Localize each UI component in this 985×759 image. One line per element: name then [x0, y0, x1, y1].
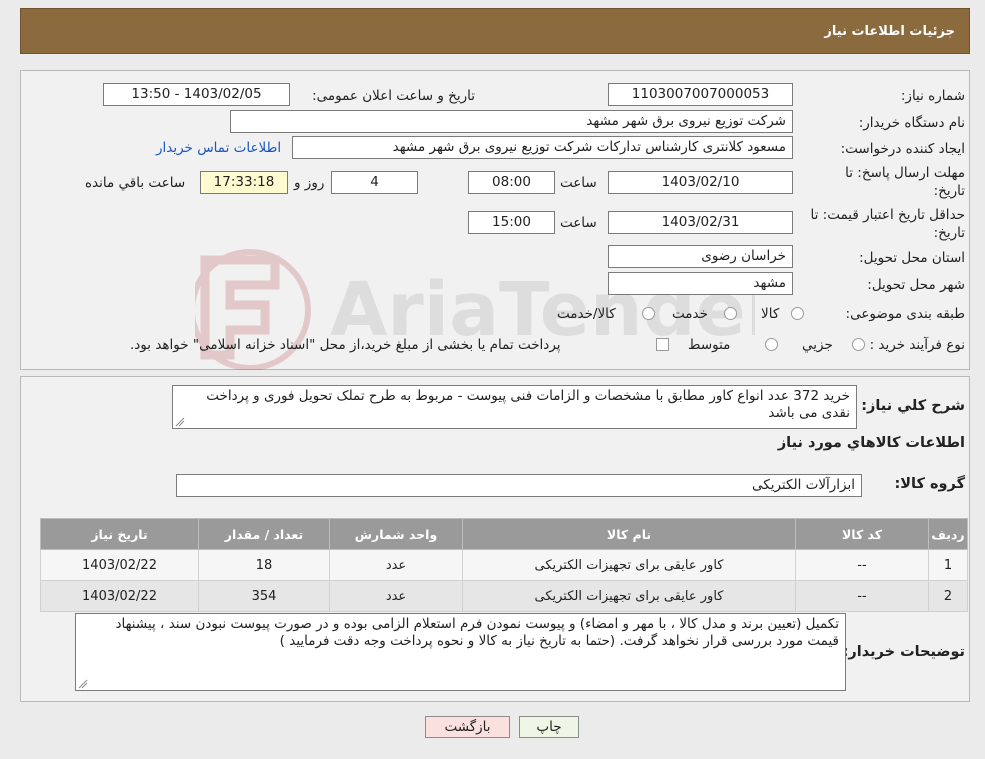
deadline-label: مهلت ارسال پاسخ: تا تاریخ:: [845, 164, 965, 200]
buyer-notes-textarea: تکمیل (تعیین برند و مدل کالا ، با مهر و …: [75, 613, 846, 691]
buyer-org-field: شرکت توزیع نیروی برق شهر مشهد: [230, 110, 793, 133]
cell-code: --: [795, 549, 929, 581]
validity-label: حداقل تاریخ اعتبار قیمت: تا تاریخ:: [811, 206, 965, 242]
back-button[interactable]: بازگشت: [425, 716, 510, 738]
category-option-both: کالا/خدمت: [557, 306, 616, 322]
table-row: 1 -- کاور عایقی برای تجهیزات الکتریکی عد…: [40, 549, 968, 581]
need-number-field: 1103007007000053: [608, 83, 793, 106]
announce-label: تاریخ و ساعت اعلان عمومی:: [312, 88, 475, 104]
page-header: جزئیات اطلاعات نیاز: [20, 8, 970, 54]
deadline-label-line2: تاریخ:: [933, 183, 965, 199]
creator-label: ایجاد کننده درخواست:: [840, 141, 965, 157]
description-text: خرید 372 عدد انواع کاور مطابق با مشخصات …: [206, 388, 850, 421]
goods-section-title: اطلاعات کالاهاي مورد نياز: [777, 435, 965, 451]
resize-grip-icon: [175, 417, 185, 427]
validity-label-line1: حداقل تاریخ اعتبار قیمت: تا: [810, 207, 965, 223]
cell-row: 2: [928, 580, 968, 612]
remaining-time-field: 17:33:18: [200, 171, 288, 194]
category-option-goods: کالا: [761, 306, 780, 322]
cell-qty: 354: [198, 580, 330, 612]
buyer-org-label: نام دستگاه خریدار:: [858, 115, 965, 131]
process-radio-minor[interactable]: [852, 338, 865, 351]
resize-grip-icon: [78, 679, 88, 689]
city-label: شهر محل تحویل:: [867, 277, 965, 293]
cell-code: --: [795, 580, 929, 612]
cell-date: 1403/02/22: [40, 580, 199, 612]
col-unit: واحد شمارش: [329, 518, 463, 550]
province-label: استان محل تحویل:: [859, 250, 965, 266]
page-title: جزئیات اطلاعات نیاز: [824, 24, 955, 39]
process-option-medium: متوسط: [688, 337, 731, 353]
category-label: طبقه بندی موضوعی:: [845, 306, 965, 322]
items-table: رديف کد کالا نام کالا واحد شمارش تعداد /…: [40, 518, 968, 612]
cell-unit: عدد: [329, 549, 463, 581]
city-field: مشهد: [608, 272, 793, 295]
validity-time-field: 15:00: [468, 211, 555, 234]
cell-date: 1403/02/22: [40, 549, 199, 581]
category-radio-service[interactable]: [724, 307, 737, 320]
buyer-notes-label: توضیحات خریدار:: [842, 644, 965, 660]
remaining-suffix: ساعت باقي مانده: [85, 175, 186, 191]
cell-row: 1: [928, 549, 968, 581]
announce-field: 1403/02/05 - 13:50: [103, 83, 290, 106]
deadline-time-label: ساعت: [560, 175, 597, 191]
print-button[interactable]: چاپ: [519, 716, 579, 738]
process-option-minor: جزیي: [802, 337, 833, 353]
cell-name: کاور عایقی برای تجهیزات الکتریکی: [462, 580, 796, 612]
cell-qty: 18: [198, 549, 330, 581]
description-textarea: خرید 372 عدد انواع کاور مطابق با مشخصات …: [172, 385, 857, 429]
items-table-header: رديف کد کالا نام کالا واحد شمارش تعداد /…: [40, 518, 968, 550]
table-row: 2 -- کاور عایقی برای تجهیزات الکتریکی عد…: [40, 580, 968, 612]
deadline-time-field: 08:00: [468, 171, 555, 194]
need-number-label: شماره نیاز:: [900, 88, 965, 104]
goods-group-label: گروه کالا:: [894, 476, 965, 492]
col-date: تاریخ نیاز: [40, 518, 199, 550]
validity-time-label: ساعت: [560, 215, 597, 231]
cell-name: کاور عایقی برای تجهیزات الکتریکی: [462, 549, 796, 581]
process-radio-medium[interactable]: [765, 338, 778, 351]
col-name: نام کالا: [462, 518, 796, 550]
category-radio-both[interactable]: [642, 307, 655, 320]
buyer-contact-link[interactable]: اطلاعات تماس خریدار: [156, 140, 281, 156]
col-qty: تعداد / مقدار: [198, 518, 330, 550]
col-code: کد کالا: [795, 518, 929, 550]
days-suffix: روز و: [294, 175, 325, 191]
category-option-service: خدمت: [672, 306, 708, 322]
province-field: خراسان رضوی: [608, 245, 793, 268]
col-row: رديف: [928, 518, 968, 550]
deadline-date-field: 1403/02/10: [608, 171, 793, 194]
cell-unit: عدد: [329, 580, 463, 612]
goods-group-field: ابزارآلات الکتریکی: [176, 474, 862, 497]
creator-field: مسعود کلانتری کارشناس تدارکات شرکت توزیع…: [292, 136, 793, 159]
buyer-notes-text: تکمیل (تعیین برند و مدل کالا ، با مهر و …: [115, 616, 839, 649]
description-label: شرح کلي نياز:: [861, 398, 965, 414]
process-label: نوع فرآیند خرید :: [869, 337, 965, 353]
validity-label-line2: تاریخ:: [933, 225, 965, 241]
category-radio-goods[interactable]: [791, 307, 804, 320]
days-field: 4: [331, 171, 418, 194]
validity-date-field: 1403/02/31: [608, 211, 793, 234]
payment-note: پرداخت تمام یا بخشی از مبلغ خرید،از محل …: [130, 337, 561, 353]
deadline-label-line1: مهلت ارسال پاسخ: تا: [845, 165, 965, 181]
treasury-checkbox[interactable]: [656, 338, 669, 351]
